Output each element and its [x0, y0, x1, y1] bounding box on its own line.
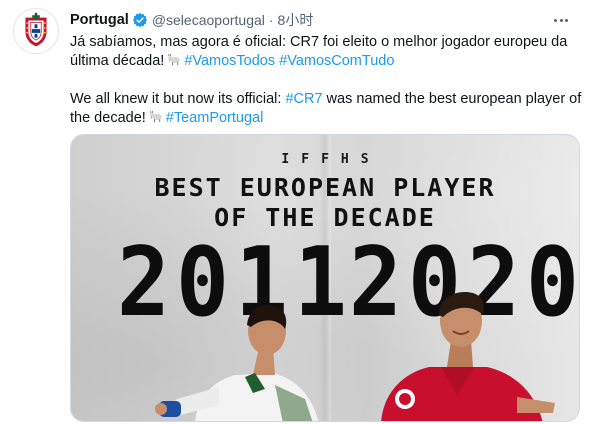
headline-line-1: BEST EUROPEAN PLAYER	[154, 173, 496, 202]
hashtag-link[interactable]: #CR7	[285, 91, 322, 107]
player-right-figure	[381, 291, 555, 421]
tweet-media-image[interactable]: IFFHS BEST EUROPEAN PLAYER OF THE DECADE…	[70, 134, 580, 422]
iffhs-label: IFFHS	[281, 152, 381, 167]
tweet-paragraph-2: We all knew it but now its official: #CR…	[70, 90, 582, 128]
more-options-icon[interactable]	[550, 10, 572, 30]
goat-emoji	[168, 53, 180, 66]
handle[interactable]: @selecaoportugal	[152, 12, 265, 28]
display-name[interactable]: Portugal	[70, 12, 129, 28]
tweet: Portugal @selecaoportugal · 8小时 Já sabía…	[0, 0, 590, 424]
goat-emoji	[149, 110, 162, 123]
hashtag-link[interactable]: #VamosComTudo	[279, 53, 394, 69]
portugal-crest-icon	[14, 9, 58, 53]
tweet-text: Já sabíamos, mas agora é oficial: CR7 fo…	[70, 33, 582, 128]
separator-dot: ·	[268, 12, 274, 28]
tweet-text-span: We all knew it but now its official:	[70, 91, 286, 107]
tweet-paragraph-1: Já sabíamos, mas agora é oficial: CR7 fo…	[70, 33, 582, 71]
avatar[interactable]	[13, 8, 59, 54]
tweet-header: Portugal @selecaoportugal · 8小时	[70, 10, 580, 30]
player-left-figure	[155, 305, 319, 421]
hashtag-link[interactable]: #VamosTodos	[184, 53, 275, 69]
hashtag-link[interactable]: #TeamPortugal	[166, 110, 264, 126]
verified-badge-icon	[132, 13, 147, 27]
timestamp[interactable]: 8小时	[278, 10, 314, 30]
